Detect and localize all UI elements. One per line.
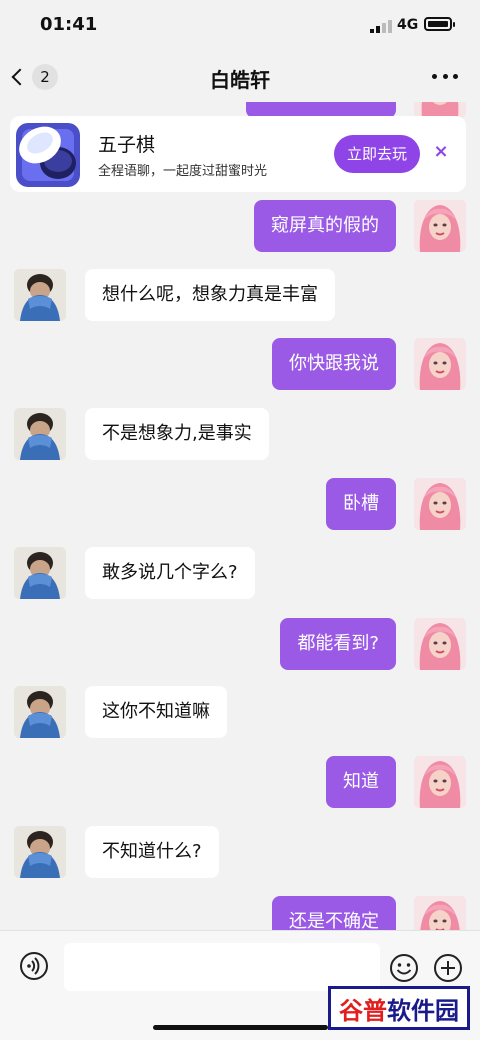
gomoku-game-icon [16,123,80,187]
my-avatar[interactable] [414,338,466,390]
game-name: 五子棋 [98,134,156,156]
message-input[interactable] [64,943,380,991]
contact-avatar[interactable] [14,826,66,878]
received-message-bubble[interactable]: 不知道什么? [85,826,219,878]
my-avatar[interactable] [414,896,466,930]
home-indicator [153,1025,328,1030]
dot-icon [432,73,437,79]
game-description: 全程语聊，一起度过甜蜜时光 [98,164,268,179]
emoji-icon[interactable] [389,953,419,983]
battery-icon [424,17,455,31]
received-message-bubble[interactable]: 敢多说几个字么? [85,547,255,599]
play-now-button[interactable]: 立即去玩 [334,135,420,173]
sent-message-bubble[interactable]: 卧槽 [326,478,396,530]
status-bar: 01:41 4G [0,0,480,52]
sent-message-bubble[interactable]: 知道 [326,756,396,808]
close-banner-button[interactable]: × [431,142,451,162]
contact-avatar[interactable] [14,269,66,321]
my-avatar[interactable] [414,478,466,530]
contact-avatar[interactable] [14,547,66,599]
message-list[interactable]: 五子棋 全程语聊，一起度过甜蜜时光 立即去玩 × 窥屏真的假的想什么呢，想象力真… [0,102,480,930]
signal-icon [370,20,392,33]
sent-message-bubble[interactable]: 窥屏真的假的 [254,200,396,252]
my-avatar[interactable] [414,618,466,670]
dot-icon [453,73,458,79]
received-message-bubble[interactable]: 这你不知道嘛 [85,686,227,738]
sent-message-bubble[interactable]: 都能看到? [280,618,396,670]
more-options-button[interactable] [432,66,458,86]
dot-icon [442,73,448,79]
my-avatar[interactable] [414,756,466,808]
add-more-icon[interactable] [433,953,463,983]
chat-header: 2 白皓轩 [0,52,480,102]
my-avatar[interactable] [414,200,466,252]
game-invite-banner: 五子棋 全程语聊，一起度过甜蜜时光 立即去玩 × [10,116,466,192]
watermark-logo: 谷普 软件园 [328,986,470,1030]
voice-input-icon[interactable] [19,951,49,981]
status-time: 01:41 [40,14,98,35]
sent-message-bubble[interactable]: 还是不确定 [272,896,396,930]
chat-title: 白皓轩 [210,68,270,92]
received-message-bubble[interactable]: 想什么呢，想象力真是丰富 [85,269,335,321]
contact-avatar[interactable] [14,408,66,460]
sent-message-bubble[interactable]: 你快跟我说 [272,338,396,390]
network-type: 4G [397,17,419,33]
input-bar: 谷普 软件园 [0,930,480,1040]
received-message-bubble[interactable]: 不是想象力,是事实 [85,408,269,460]
contact-avatar[interactable] [14,686,66,738]
